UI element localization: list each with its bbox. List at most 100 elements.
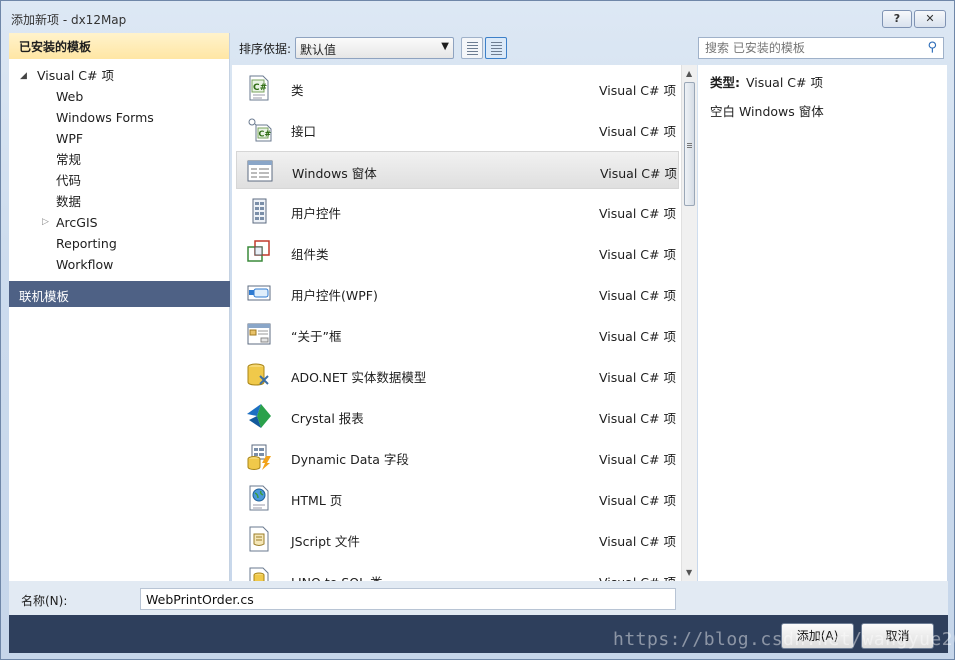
list-item[interactable]: 用户控件 Visual C# 项 (236, 192, 679, 230)
scroll-down-arrow-icon[interactable]: ▼ (686, 568, 692, 577)
user-control-icon (252, 198, 267, 224)
tree-item-workflow[interactable]: Workflow (56, 256, 113, 274)
detail-description: 空白 Windows 窗体 (710, 104, 824, 119)
item-type: Visual C# 项 (599, 572, 676, 581)
template-list-scrollbar[interactable]: ▲ ▼ (681, 65, 697, 581)
tree-item-windows-forms[interactable]: Windows Forms (56, 109, 154, 127)
windows-form-icon (247, 160, 273, 182)
item-type: Visual C# 项 (599, 83, 676, 98)
html-page-icon (249, 485, 269, 511)
help-button[interactable]: ? (882, 10, 912, 28)
item-type: Visual C# 项 (599, 206, 676, 221)
name-input[interactable] (140, 588, 676, 610)
item-type: Visual C# 项 (599, 247, 676, 262)
tree-item-wpf[interactable]: WPF (56, 130, 83, 148)
class-icon: C# (249, 75, 269, 101)
search-icon[interactable]: ⚲ (927, 40, 937, 55)
item-name: 接口 (291, 124, 317, 139)
title-bar: 添加新项 - dx12Map ? ✕ (1, 1, 954, 33)
wpf-user-control-icon (247, 285, 271, 301)
item-name: “关于”框 (291, 329, 342, 344)
item-name: 用户控件 (291, 206, 342, 221)
name-label: 名称(N): (21, 594, 68, 608)
item-name: Windows 窗体 (292, 166, 377, 181)
detail-type-label: 类型: (710, 75, 740, 90)
list-item[interactable]: C# 类 Visual C# 项 (236, 69, 679, 107)
sort-by-dropdown[interactable]: 默认值 ▼ (295, 37, 454, 59)
sort-by-value: 默认值 (300, 43, 337, 57)
list-item[interactable]: 组件类 Visual C# 项 (236, 233, 679, 271)
item-type: Visual C# 项 (599, 493, 676, 508)
search-box[interactable]: ⚲ (698, 37, 944, 59)
item-name: 用户控件(WPF) (291, 288, 378, 303)
collapsed-arrow-icon[interactable]: ▷ (42, 217, 49, 227)
jscript-file-icon (249, 526, 269, 552)
tree-item-web[interactable]: Web (56, 88, 83, 106)
svg-text:C#: C# (253, 83, 267, 93)
dropdown-arrow-icon: ▼ (441, 41, 449, 52)
component-class-icon (247, 240, 270, 262)
item-name: ADO.NET 实体数据模型 (291, 370, 427, 385)
installed-templates-header[interactable]: 已安装的模板 (9, 33, 229, 59)
template-detail-pane: 类型: Visual C# 项 空白 Windows 窗体 (698, 65, 947, 581)
entity-model-icon (247, 363, 269, 386)
list-item[interactable]: Dynamic Data 字段 Visual C# 项 (236, 438, 679, 476)
item-name: JScript 文件 (291, 534, 360, 549)
tree-item-reporting[interactable]: Reporting (56, 235, 117, 253)
medium-icons-view-button[interactable] (461, 37, 483, 59)
list-item[interactable]: 用户控件(WPF) Visual C# 项 (236, 274, 679, 312)
item-type: Visual C# 项 (599, 329, 676, 344)
search-input[interactable] (699, 38, 909, 58)
sort-by-label: 排序依据: (239, 42, 292, 56)
item-type: Visual C# 项 (600, 166, 677, 181)
item-type: Visual C# 项 (599, 370, 676, 385)
list-item[interactable]: C# 接口 Visual C# 项 (236, 110, 679, 148)
watermark: https://blog.csdn.net/wangyue2048 (613, 629, 955, 650)
crystal-report-icon (247, 404, 271, 428)
item-type: Visual C# 项 (599, 411, 676, 426)
item-type: Visual C# 项 (599, 534, 676, 549)
item-name: 类 (291, 83, 304, 98)
item-name: Crystal 报表 (291, 411, 364, 426)
svg-text:C#: C# (259, 130, 272, 139)
grip-icon (687, 143, 692, 149)
linq-to-sql-icon (249, 567, 269, 581)
detail-type-value: Visual C# 项 (746, 75, 823, 90)
item-type: Visual C# 项 (599, 288, 676, 303)
detail-type-line: 类型: Visual C# 项 (710, 72, 935, 91)
list-item[interactable]: ADO.NET 实体数据模型 Visual C# 项 (236, 356, 679, 394)
item-name: HTML 页 (291, 493, 343, 508)
template-tree-pane: 已安装的模板 ◢ Visual C# 项 Web Windows Forms W… (9, 33, 230, 581)
list-item-selected[interactable]: Windows 窗体 Visual C# 项 (236, 151, 679, 189)
scroll-up-arrow-icon[interactable]: ▲ (686, 69, 692, 78)
item-name: 组件类 (291, 247, 329, 262)
list-item[interactable]: “关于”框 Visual C# 项 (236, 315, 679, 353)
tree-item-general[interactable]: 常规 (56, 151, 81, 169)
template-list: C# 类 Visual C# 项 C# 接口 Visual C# 项 Windo… (232, 65, 681, 581)
list-item[interactable]: Crystal 报表 Visual C# 项 (236, 397, 679, 435)
scrollbar-thumb[interactable] (684, 82, 695, 206)
close-button[interactable]: ✕ (914, 10, 946, 28)
interface-icon: C# (248, 118, 272, 142)
list-item[interactable]: JScript 文件 Visual C# 项 (236, 520, 679, 558)
item-name: Dynamic Data 字段 (291, 452, 409, 467)
grid-view-icon (467, 42, 478, 55)
window-title: 添加新项 - dx12Map (11, 13, 127, 27)
item-type: Visual C# 项 (599, 124, 676, 139)
about-box-icon (247, 323, 271, 345)
item-type: Visual C# 项 (599, 452, 676, 467)
online-templates-header[interactable]: 联机模板 (9, 281, 230, 307)
tree-item-code[interactable]: 代码 (56, 172, 81, 190)
list-item[interactable]: HTML 页 Visual C# 项 (236, 479, 679, 517)
tree-item-visual-csharp[interactable]: Visual C# 项 (37, 67, 114, 85)
name-bar: 名称(N): (9, 581, 948, 615)
item-name: LINQ to SQL 类 (291, 572, 383, 581)
list-view-button[interactable] (485, 37, 507, 59)
list-item[interactable]: LINQ to SQL 类 Visual C# 项 (236, 561, 679, 581)
tree-item-arcgis[interactable]: ArcGIS (56, 214, 98, 232)
tree-item-data[interactable]: 数据 (56, 193, 81, 211)
add-new-item-dialog: 添加新项 - dx12Map ? ✕ 已安装的模板 ◢ Visual C# 项 … (0, 0, 955, 660)
list-view-icon (491, 42, 502, 55)
dynamic-data-icon (247, 444, 271, 470)
expanded-arrow-icon[interactable]: ◢ (20, 71, 27, 81)
